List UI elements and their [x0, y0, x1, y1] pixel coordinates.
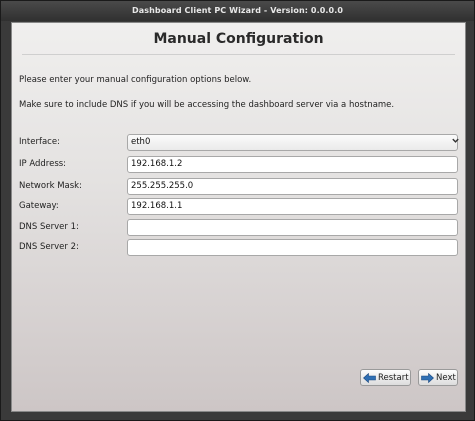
gateway-field[interactable]: 192.168.1.1 — [127, 198, 458, 215]
interface-row: Interface: eth0 — [19, 134, 459, 151]
interface-select[interactable]: eth0 — [127, 134, 458, 151]
heading-divider — [22, 54, 455, 55]
dns-server-2-row: DNS Server 2: — [19, 239, 459, 256]
network-mask-field[interactable]: 255.255.255.0 — [127, 178, 458, 195]
dns-server-2-field[interactable] — [127, 239, 458, 256]
instruction-text: Please enter your manual configuration o… — [19, 75, 252, 85]
ip-address-label: IP Address: — [19, 159, 67, 169]
page-title: Manual Configuration — [153, 31, 324, 47]
restart-label: Restart — [378, 372, 409, 383]
dns-server-1-row: DNS Server 1: — [19, 219, 459, 236]
dns-server-2-label: DNS Server 2: — [19, 242, 79, 252]
dns-server-1-field[interactable] — [127, 219, 458, 236]
gateway-label: Gateway: — [19, 201, 59, 211]
gateway-row: Gateway: 192.168.1.1 — [19, 198, 459, 215]
window-titlebar[interactable]: Dashboard Client PC Wizard - Version: 0.… — [1, 1, 474, 21]
dns-note-text: Make sure to include DNS if you will be … — [19, 100, 395, 110]
wizard-content: Manual Configuration Please enter your m… — [11, 22, 466, 412]
arrow-left-icon — [363, 372, 376, 383]
interface-label: Interface: — [19, 137, 60, 147]
restart-button[interactable]: Restart — [360, 369, 411, 386]
next-label: Next — [436, 372, 456, 383]
wizard-window: Dashboard Client PC Wizard - Version: 0.… — [0, 0, 475, 421]
ip-address-field[interactable]: 192.168.1.2 — [127, 156, 458, 173]
arrow-right-icon — [421, 372, 434, 383]
network-mask-row: Network Mask: 255.255.255.0 — [19, 178, 459, 195]
next-button[interactable]: Next — [418, 369, 458, 386]
network-mask-label: Network Mask: — [19, 181, 82, 191]
ip-address-row: IP Address: 192.168.1.2 — [19, 156, 459, 173]
dns-server-1-label: DNS Server 1: — [19, 222, 79, 232]
